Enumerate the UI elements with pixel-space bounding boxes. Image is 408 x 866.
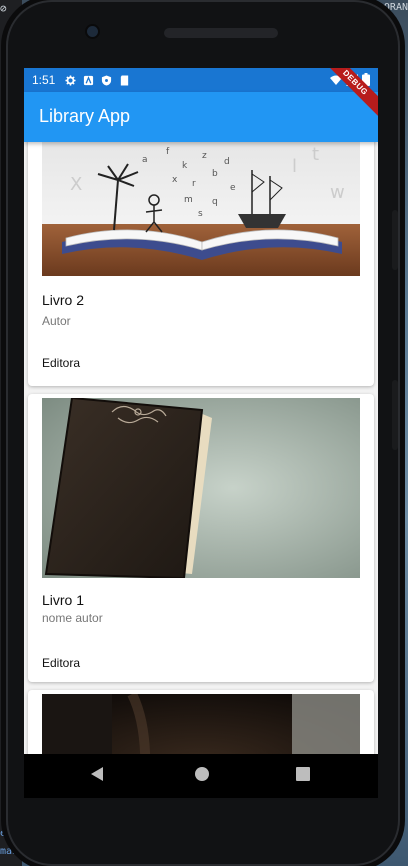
- back-icon[interactable]: [90, 766, 104, 782]
- volume-button[interactable]: [392, 210, 398, 270]
- svg-text:k: k: [182, 161, 188, 171]
- settings-icon: [65, 74, 76, 86]
- app-bar: Library App: [24, 92, 378, 142]
- svg-text:a: a: [142, 155, 148, 165]
- svg-text:x: x: [172, 175, 178, 185]
- book-author: nome autor: [42, 611, 103, 625]
- book-cover-image: [42, 694, 360, 754]
- front-camera: [87, 26, 98, 37]
- svg-text:d: d: [224, 157, 230, 167]
- book-title: Livro 2: [42, 292, 85, 308]
- power-button[interactable]: [392, 380, 398, 450]
- earpiece-speaker: [164, 28, 278, 38]
- svg-text:e: e: [230, 183, 236, 193]
- app-title: Library App: [39, 106, 131, 126]
- book-card[interactable]: [28, 690, 374, 754]
- svg-text:z: z: [202, 151, 207, 161]
- svg-text:m: m: [184, 195, 193, 205]
- sd-card-icon: [121, 74, 129, 86]
- svg-text:r: r: [192, 179, 196, 189]
- svg-text:s: s: [198, 209, 203, 219]
- ide-corner-glyph: ⊘: [0, 2, 7, 15]
- svg-text:w: w: [330, 182, 345, 203]
- book-publisher: Editora: [42, 356, 81, 370]
- phone-screen: 1:51 Library App DEBUG a f k z b r d x e…: [24, 68, 378, 754]
- book-list[interactable]: afk zbr dxe mqs Xtwl Livro 2 Autor Edito…: [24, 142, 378, 754]
- ide-line: e: [0, 828, 7, 839]
- svg-text:b: b: [212, 169, 218, 179]
- svg-text:q: q: [212, 197, 218, 207]
- navigation-bar: [24, 754, 378, 798]
- shield-icon: [102, 74, 112, 86]
- book-publisher: Editora: [42, 656, 81, 670]
- status-time: 1:51: [32, 73, 56, 87]
- book-author: Autor: [42, 314, 71, 328]
- svg-text:X: X: [70, 174, 82, 195]
- svg-text:t: t: [312, 144, 319, 165]
- recents-icon[interactable]: [296, 767, 310, 781]
- book-card[interactable]: Livro 1 nome autor Editora: [28, 394, 374, 682]
- status-bar: 1:51: [24, 68, 378, 92]
- notification-icons: [65, 74, 130, 86]
- book-card[interactable]: afk zbr dxe mqs Xtwl Livro 2 Autor Edito…: [28, 142, 374, 386]
- svg-text:l: l: [292, 156, 297, 177]
- book-title: Livro 1: [42, 592, 85, 608]
- android-auto-icon: [84, 75, 94, 85]
- book-cover-image: afk zbr dxe mqs Xtwl: [42, 142, 360, 276]
- book-cover-image: [42, 398, 360, 578]
- home-icon[interactable]: [194, 766, 210, 782]
- desktop-corner-text: ORAN: [383, 2, 408, 13]
